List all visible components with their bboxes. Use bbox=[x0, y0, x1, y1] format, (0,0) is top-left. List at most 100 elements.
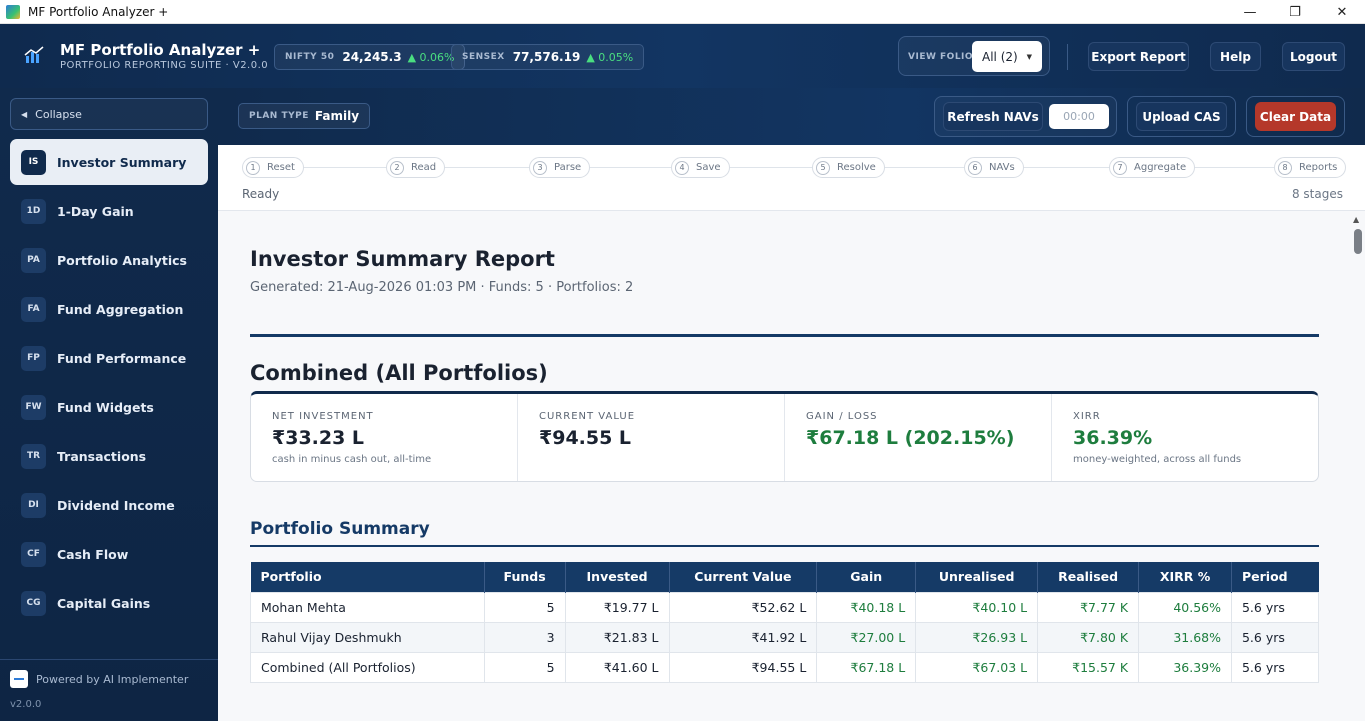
stage-label: Save bbox=[696, 162, 721, 173]
table-header-row: Portfolio Funds Invested Current Value G… bbox=[250, 562, 1319, 592]
refresh-timer-input[interactable]: 00:00 bbox=[1049, 104, 1109, 129]
sidebar-item-portfolio-analytics[interactable]: PA Portfolio Analytics bbox=[10, 237, 208, 283]
sidebar-item-dividend-income[interactable]: DI Dividend Income bbox=[10, 482, 208, 528]
nav-abbr-badge: 1D bbox=[21, 198, 46, 224]
nav-abbr-badge: FA bbox=[21, 296, 46, 322]
kpi-value: ₹94.55 L bbox=[539, 427, 632, 449]
sidebar-item-label: 1-Day Gain bbox=[57, 203, 134, 219]
sidebar-item-fund-performance[interactable]: FP Fund Performance bbox=[10, 335, 208, 381]
stage-save: 4 Save bbox=[671, 157, 730, 178]
chevron-left-icon: ◀ bbox=[21, 109, 28, 119]
stage-number: 8 bbox=[1278, 160, 1292, 175]
sidebar-item-cash-flow[interactable]: CF Cash Flow bbox=[10, 531, 208, 577]
refresh-navs-button[interactable]: Refresh NAVs bbox=[943, 102, 1043, 131]
kpi-label: GAIN / LOSS bbox=[806, 411, 878, 422]
sidebar-item-label: Fund Aggregation bbox=[57, 301, 184, 317]
nav-abbr-badge: IS bbox=[21, 149, 46, 175]
cell-gain: ₹67.18 L bbox=[816, 651, 917, 683]
stage-number: 2 bbox=[390, 160, 404, 175]
scroll-up-icon[interactable]: ▲ bbox=[1353, 215, 1359, 224]
ticker-nifty: NIFTY 50 24,245.3 ▲ 0.06% bbox=[274, 44, 466, 70]
nav-abbr-badge: FP bbox=[21, 345, 46, 371]
cell-unrealised: ₹67.03 L bbox=[915, 651, 1039, 683]
stage-number: 4 bbox=[675, 160, 689, 175]
kpi-value: ₹67.18 L (202.15%) bbox=[806, 427, 1015, 449]
view-folio-value: All (2) bbox=[982, 49, 1018, 64]
cell-invested: ₹19.77 L bbox=[564, 591, 670, 623]
ticker-value: 24,245.3 bbox=[342, 50, 402, 64]
stage-label: Parse bbox=[554, 162, 582, 173]
powered-by[interactable]: Powered by AI Implementer bbox=[10, 670, 188, 688]
cell-period: 5.6 yrs bbox=[1230, 651, 1320, 683]
cell-xirr: 31.68% bbox=[1138, 621, 1232, 653]
collapse-label: Collapse bbox=[35, 107, 82, 121]
minimize-icon[interactable]: — bbox=[1227, 0, 1273, 24]
stage-label: NAVs bbox=[989, 162, 1015, 173]
sidebar-item-fund-widgets[interactable]: FW Fund Widgets bbox=[10, 384, 208, 430]
kpi-note: money-weighted, across all funds bbox=[1073, 454, 1242, 465]
column-header[interactable]: Portfolio bbox=[250, 562, 485, 592]
column-header[interactable]: XIRR % bbox=[1138, 562, 1232, 592]
scroll-thumb[interactable] bbox=[1354, 229, 1362, 254]
stage-resolve: 5 Resolve bbox=[812, 157, 885, 178]
logout-button[interactable]: Logout bbox=[1282, 42, 1345, 71]
cell-funds: 3 bbox=[483, 621, 566, 653]
refresh-navs-group: Refresh NAVs 00:00 bbox=[934, 96, 1117, 137]
collapse-button[interactable]: ◀ Collapse bbox=[10, 98, 208, 130]
stage-count: 8 stages bbox=[1291, 187, 1343, 201]
clear-data-button[interactable]: Clear Data bbox=[1255, 102, 1336, 131]
kpi-label: XIRR bbox=[1073, 411, 1101, 422]
cell-unrealised: ₹26.93 L bbox=[915, 621, 1039, 653]
cell-gain: ₹27.00 L bbox=[816, 621, 917, 653]
report-title: Investor Summary Report bbox=[250, 247, 555, 271]
nav-abbr-badge: CF bbox=[21, 541, 46, 567]
view-folio-select[interactable]: All (2) ▼ bbox=[972, 41, 1042, 72]
stage-number: 5 bbox=[816, 160, 830, 175]
sidebar-item-fund-aggregation[interactable]: FA Fund Aggregation bbox=[10, 286, 208, 332]
stage-aggregate: 7 Aggregate bbox=[1109, 157, 1196, 178]
sidebar-item-capital-gains[interactable]: CG Capital Gains bbox=[10, 580, 208, 626]
sidebar-item-label: Investor Summary bbox=[57, 154, 187, 170]
column-header[interactable]: Period bbox=[1231, 562, 1319, 592]
cell-funds: 5 bbox=[483, 651, 566, 683]
column-header[interactable]: Invested bbox=[565, 562, 670, 592]
cell-portfolio: Combined (All Portfolios) bbox=[250, 651, 485, 683]
stage-reset: 1 Reset bbox=[242, 157, 304, 178]
column-header[interactable]: Realised bbox=[1037, 562, 1140, 592]
column-header[interactable]: Funds bbox=[484, 562, 566, 592]
kpi-label: NET INVESTMENT bbox=[272, 411, 374, 422]
pipeline-stages: 1 Reset 2 Read 3 Parse 4 Save 5 Resolve … bbox=[218, 145, 1365, 211]
stage-number: 3 bbox=[533, 160, 547, 175]
kpi-gain-loss: GAIN / LOSS ₹67.18 L (202.15%) bbox=[785, 394, 1052, 481]
section-divider bbox=[250, 545, 1319, 547]
table-row: Mohan Mehta 5 ₹19.77 L ₹52.62 L ₹40.18 L… bbox=[250, 591, 1320, 623]
app-subtitle: PORTFOLIO REPORTING SUITE · V2.0.0 bbox=[60, 60, 269, 71]
column-header[interactable]: Unrealised bbox=[915, 562, 1039, 592]
cell-current-value: ₹94.55 L bbox=[668, 651, 818, 683]
sidebar-item-transactions[interactable]: TR Transactions bbox=[10, 433, 208, 479]
ticker-label: SENSEX bbox=[462, 52, 505, 62]
portfolio-summary-title: Portfolio Summary bbox=[250, 519, 430, 539]
export-report-button[interactable]: Export Report bbox=[1088, 42, 1189, 71]
restore-icon[interactable]: ❐ bbox=[1272, 0, 1318, 24]
kpi-value: ₹33.23 L bbox=[272, 427, 365, 449]
sidebar-item-1-day-gain[interactable]: 1D 1-Day Gain bbox=[10, 188, 208, 234]
sidebar-item-investor-summary[interactable]: IS Investor Summary bbox=[10, 139, 208, 185]
kpi-note: cash in minus cash out, all-time bbox=[272, 454, 432, 465]
sidebar-item-label: Cash Flow bbox=[57, 546, 129, 562]
sidebar-item-label: Transactions bbox=[57, 448, 147, 464]
upload-cas-button[interactable]: Upload CAS bbox=[1136, 102, 1227, 131]
help-button[interactable]: Help bbox=[1210, 42, 1261, 71]
sidebar-item-label: Fund Performance bbox=[57, 350, 187, 366]
column-header[interactable]: Gain bbox=[816, 562, 917, 592]
kpi-label: CURRENT VALUE bbox=[539, 411, 636, 422]
main-scrollbar[interactable]: ▲ bbox=[1349, 211, 1365, 721]
stage-number: 1 bbox=[246, 160, 260, 175]
vendor-logo-icon bbox=[10, 670, 28, 688]
ticker-sensex: SENSEX 77,576.19 ▲ 0.05% bbox=[451, 44, 645, 70]
close-icon[interactable]: ✕ bbox=[1319, 0, 1365, 24]
plan-type-label: PLAN TYPE bbox=[249, 111, 309, 121]
cell-unrealised: ₹40.10 L bbox=[915, 591, 1039, 623]
column-header[interactable]: Current Value bbox=[669, 562, 818, 592]
window-title: MF Portfolio Analyzer + bbox=[28, 4, 169, 19]
